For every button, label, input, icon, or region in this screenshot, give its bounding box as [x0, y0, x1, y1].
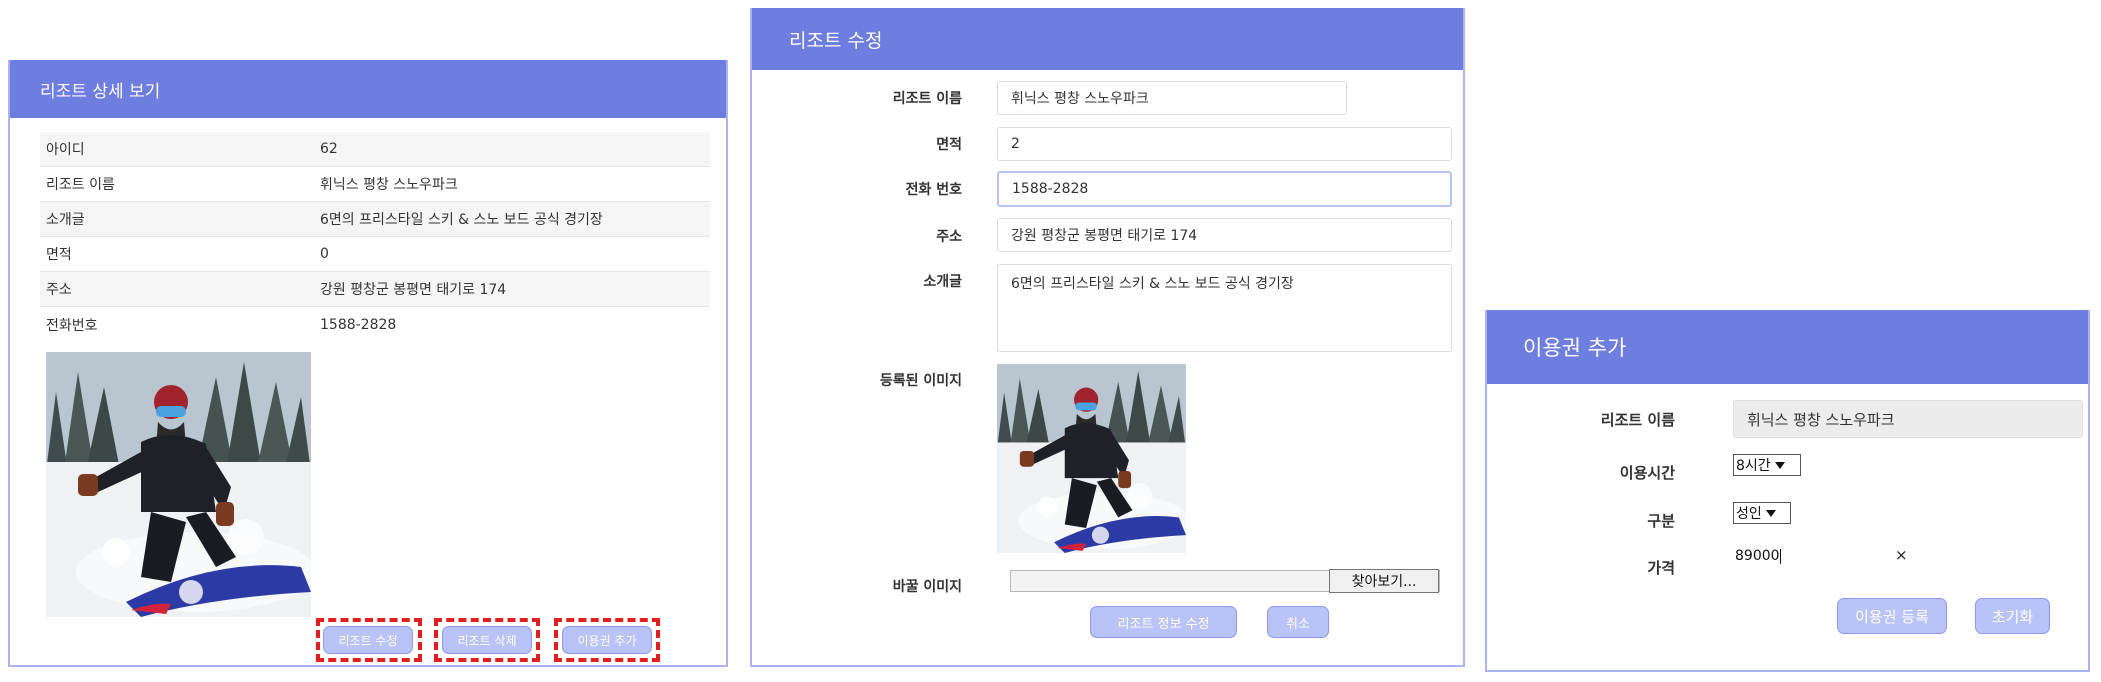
voucher-add-header: 이용권 추가: [1487, 310, 2088, 384]
registered-image-label: 등록된 이미지: [879, 373, 962, 389]
highlight-box: [316, 618, 422, 662]
snowboarder-image: [46, 352, 311, 617]
table-row: 리조트 이름 휘닉스 평창 스노우파크: [40, 167, 710, 202]
replace-image-label: 바꿀 이미지: [892, 579, 962, 595]
time-select[interactable]: 8시간: [1733, 454, 1801, 476]
address-input[interactable]: 강원 평창군 봉평면 태기로 174: [997, 218, 1452, 252]
resort-detail-panel: 리조트 상세 보기 아이디 62 리조트 이름 휘닉스 평창 스노우파크 소개글…: [8, 60, 728, 667]
row-value: 휘닉스 평창 스노우파크: [320, 177, 458, 193]
row-value: 62: [320, 141, 338, 157]
row-label: 리조트 이름: [46, 177, 115, 193]
resort-photo: [46, 352, 311, 617]
voucher-add-title: 이용권 추가: [1523, 336, 1627, 360]
row-label: 주소: [46, 282, 72, 298]
row-value: 6면의 프리스타일 스키 & 스노 보드 공식 경기장: [320, 212, 603, 228]
table-row: 전화번호 1588-2828: [40, 307, 710, 342]
row-value: 0: [320, 246, 329, 262]
resort-detail-title: 리조트 상세 보기: [40, 81, 161, 102]
chevron-down-icon: [1765, 509, 1776, 517]
row-value: 1588-2828: [320, 316, 397, 333]
resort-detail-header: 리조트 상세 보기: [10, 60, 726, 118]
chevron-down-icon: [1774, 461, 1785, 469]
row-label: 전화번호: [46, 317, 98, 334]
table-row: 소개글 6면의 프리스타일 스키 & 스노 보드 공식 경기장: [40, 202, 710, 237]
table-row: 면적 0: [40, 237, 710, 272]
snowboarder-image: [997, 364, 1186, 553]
reset-button[interactable]: 초기화: [1975, 598, 2050, 634]
text-cursor: [1779, 548, 1781, 564]
type-label: 구분: [1647, 512, 1675, 530]
table-row: 주소 강원 평창군 봉평면 태기로 174: [40, 272, 710, 307]
voucher-resort-name-input: 휘닉스 평창 스노우파크: [1733, 400, 2083, 438]
clear-icon[interactable]: ×: [1895, 546, 1908, 564]
resort-name-input[interactable]: 휘닉스 평창 스노우파크: [997, 81, 1347, 115]
resort-edit-panel: 리조트 수정 리조트 이름 휘닉스 평창 스노우파크 면적 2 전화 번호 15…: [750, 8, 1465, 667]
resort-detail-table: 아이디 62 리조트 이름 휘닉스 평창 스노우파크 소개글 6면의 프리스타일…: [40, 132, 710, 342]
intro-textarea[interactable]: 6면의 프리스타일 스키 & 스노 보드 공식 경기장: [997, 264, 1452, 352]
address-label: 주소: [936, 229, 962, 245]
intro-label: 소개글: [923, 274, 962, 290]
voucher-add-panel: 이용권 추가 리조트 이름 휘닉스 평창 스노우파크 이용시간 8시간 구분 성…: [1485, 310, 2090, 672]
time-label: 이용시간: [1619, 464, 1675, 482]
price-label: 가격: [1647, 559, 1675, 577]
resort-edit-title: 리조트 수정: [789, 29, 883, 52]
browse-button[interactable]: 찾아보기...: [1329, 569, 1439, 593]
highlight-box: [434, 618, 540, 662]
voucher-name-label: 리조트 이름: [1600, 411, 1675, 429]
phone-label: 전화 번호: [905, 182, 962, 198]
price-input[interactable]: 89000: [1735, 548, 1781, 564]
row-label: 면적: [46, 247, 72, 263]
register-voucher-button[interactable]: 이용권 등록: [1837, 598, 1947, 634]
table-row: 아이디 62: [40, 132, 710, 167]
highlight-box: [554, 618, 660, 662]
resort-edit-header: 리조트 수정: [752, 8, 1463, 70]
update-resort-button[interactable]: 리조트 정보 수정: [1090, 606, 1237, 638]
row-label: 소개글: [46, 212, 85, 228]
phone-input[interactable]: 1588-2828: [997, 171, 1452, 207]
cancel-button[interactable]: 취소: [1267, 606, 1329, 638]
row-label: 아이디: [46, 142, 85, 158]
name-label: 리조트 이름: [892, 91, 962, 107]
area-input[interactable]: 2: [997, 127, 1452, 161]
registered-image: [997, 364, 1186, 553]
type-select[interactable]: 성인: [1733, 502, 1791, 524]
row-value: 강원 평창군 봉평면 태기로 174: [320, 282, 507, 298]
area-label: 면적: [936, 137, 962, 153]
